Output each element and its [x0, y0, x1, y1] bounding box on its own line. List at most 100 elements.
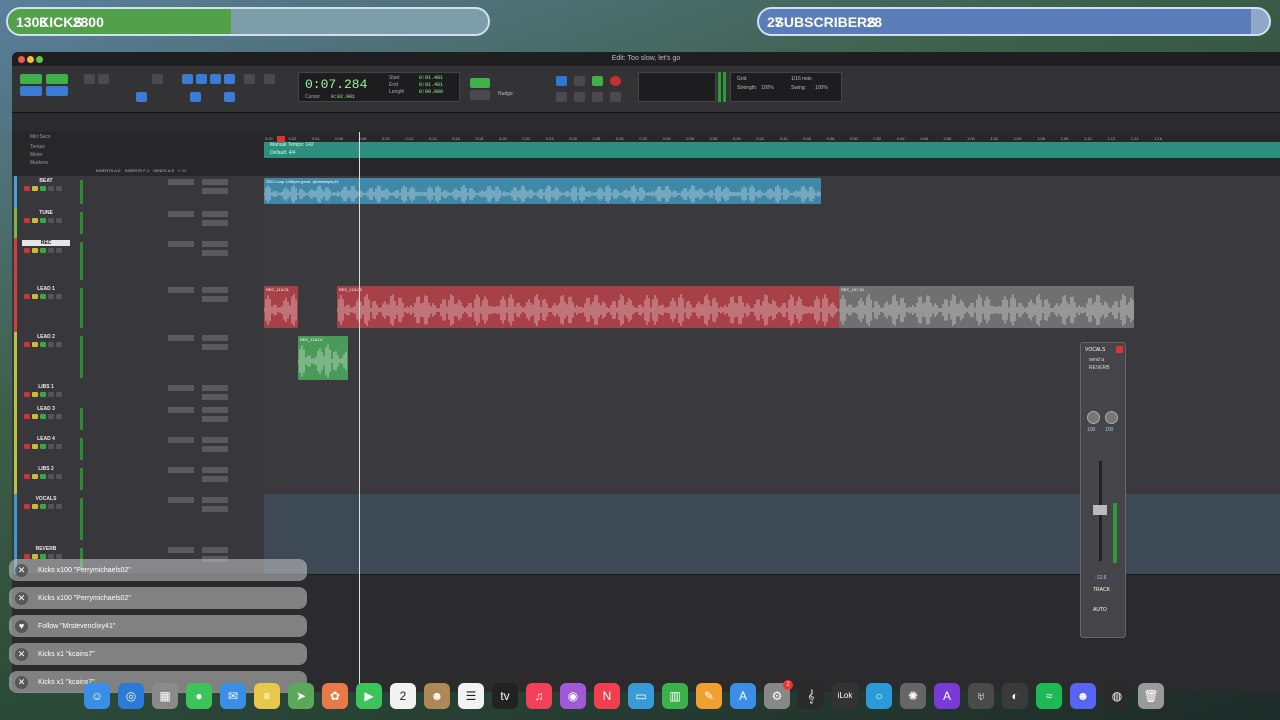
track-header[interactable]: LEAD 2	[12, 332, 264, 382]
solo-button[interactable]	[40, 444, 46, 449]
track-header[interactable]: LEAD 1	[12, 284, 264, 332]
record-enable-button[interactable]	[24, 414, 30, 419]
obs-icon[interactable]: ◍	[1104, 683, 1130, 709]
send-slot[interactable]	[168, 437, 194, 443]
audio-clip[interactable]: REC_118-01	[298, 336, 348, 380]
io-selector[interactable]	[202, 497, 228, 503]
mute-button[interactable]	[48, 248, 54, 253]
grid-settings[interactable]: Grid 1/16 note Strength: 100% Swing: 100…	[730, 72, 842, 102]
solo-button[interactable]	[40, 392, 46, 397]
audio-clip[interactable]: REC_107-01	[839, 286, 1134, 328]
messages-icon[interactable]: ●	[186, 683, 212, 709]
track-header[interactable]: LEAD 3	[12, 404, 264, 434]
solo-button[interactable]	[40, 186, 46, 191]
appstore-icon[interactable]: A	[730, 683, 756, 709]
track-name[interactable]: LIBS 2	[22, 466, 70, 472]
send-slot[interactable]	[168, 547, 194, 553]
appletv-icon[interactable]: tv	[492, 683, 518, 709]
notes-icon[interactable]: ≡	[254, 683, 280, 709]
solo-button[interactable]	[40, 342, 46, 347]
mute-button[interactable]	[48, 342, 54, 347]
pan-right-knob[interactable]	[1105, 411, 1118, 424]
solo-button[interactable]	[40, 294, 46, 299]
mute-button[interactable]	[48, 504, 54, 509]
track-tune[interactable]: TUNE	[12, 208, 1280, 239]
track-name[interactable]: TUNE	[22, 210, 70, 216]
send-slot[interactable]	[168, 287, 194, 293]
playlist-button[interactable]	[56, 248, 62, 253]
send-slot[interactable]	[168, 211, 194, 217]
output-selector[interactable]	[202, 394, 228, 400]
input-monitor-button[interactable]	[32, 444, 38, 449]
numbers-icon[interactable]: ▥	[662, 683, 688, 709]
zoom-in-button[interactable]	[98, 74, 109, 84]
record-enable-button[interactable]	[24, 186, 30, 191]
tempo-ruler[interactable]: Manual Tempo: 142	[264, 142, 1280, 150]
selector-tool-icon[interactable]	[196, 74, 207, 84]
stop-button[interactable]	[574, 76, 585, 86]
send-slot[interactable]	[168, 335, 194, 341]
selection-start-marker[interactable]	[277, 136, 285, 142]
mute-button[interactable]	[48, 392, 54, 397]
record-enable-button[interactable]	[24, 474, 30, 479]
strength-value[interactable]: 100%	[761, 85, 774, 91]
photos-icon[interactable]: ✿	[322, 683, 348, 709]
mail-icon[interactable]: ✉	[220, 683, 246, 709]
playlist-button[interactable]	[56, 294, 62, 299]
keynote-icon[interactable]: ▭	[628, 683, 654, 709]
track-playlist-lane[interactable]	[264, 382, 1280, 404]
launchpad-icon[interactable]: ▦	[152, 683, 178, 709]
output-window[interactable]: VOCALS send a REVERB 100 100 -12.6 TRACK…	[1080, 342, 1126, 638]
track-playlist-lane[interactable]	[264, 404, 1280, 434]
mute-button[interactable]	[48, 474, 54, 479]
io-selector[interactable]	[202, 437, 228, 443]
volume-fader-cap[interactable]	[1093, 505, 1107, 515]
track-name[interactable]: REC	[22, 240, 70, 246]
track-header[interactable]: LIBS 1	[12, 382, 264, 404]
playhead-cursor[interactable]	[359, 132, 360, 692]
audio-clip[interactable]: ZEO Loop 143bpm (prod. @driesbyfq-01	[264, 178, 821, 204]
scrubber-tool-icon[interactable]	[244, 74, 255, 84]
protools-icon[interactable]: ◐	[1002, 683, 1028, 709]
playlist-button[interactable]	[56, 186, 62, 191]
record-enable-button[interactable]	[24, 504, 30, 509]
io-selector[interactable]	[202, 211, 228, 217]
io-selector[interactable]	[202, 547, 228, 553]
track-header[interactable]: TUNE	[12, 208, 264, 238]
track-beat[interactable]: BEAT ZEO Loop 143bpm (prod. @driesbyfq-01	[12, 176, 1280, 209]
midi-controls[interactable]	[638, 72, 716, 102]
mute-button[interactable]	[48, 218, 54, 223]
izotope-icon[interactable]: ○	[866, 683, 892, 709]
plugin-icon[interactable]: ✺	[900, 683, 926, 709]
logic-icon[interactable]: 𝄞	[798, 683, 824, 709]
io-selector[interactable]	[202, 385, 228, 391]
contacts-icon[interactable]: ☻	[424, 683, 450, 709]
mute-button[interactable]	[48, 414, 54, 419]
input-monitor-button[interactable]	[32, 392, 38, 397]
calendar-icon[interactable]: 2	[390, 683, 416, 709]
min-secs-ruler[interactable]: Min:Secs 0:00 0:02 0:04 0:06 0:08 0:10 0:12 0:1…	[12, 134, 1280, 142]
loop-playback-button[interactable]	[556, 76, 567, 86]
track-name[interactable]: LIBS 1	[22, 384, 70, 390]
track-lead-1[interactable]: LEAD 1 REC_113-01 REC_113-02 REC_107-01	[12, 284, 1280, 333]
track-header[interactable]: LIBS 2	[12, 464, 264, 494]
output-selector[interactable]	[202, 416, 228, 422]
track-header[interactable]: REC	[12, 238, 264, 284]
settings-icon[interactable]: ⚙ 2	[764, 680, 793, 709]
spotify-icon[interactable]: ≈	[1036, 683, 1062, 709]
input-monitor-button[interactable]	[32, 414, 38, 419]
go-to-end-button[interactable]	[610, 92, 621, 102]
slip-mode-button[interactable]	[20, 86, 42, 96]
facetime-icon[interactable]: ▶	[356, 683, 382, 709]
io-selector[interactable]	[202, 467, 228, 473]
fast-forward-button[interactable]	[592, 92, 603, 102]
pan-left-knob[interactable]	[1087, 411, 1100, 424]
start-value[interactable]: 0:01.481	[419, 75, 443, 81]
track-name[interactable]: LEAD 3	[22, 406, 70, 412]
return-to-zero-button[interactable]	[556, 92, 567, 102]
finder-icon[interactable]: ☺	[84, 683, 110, 709]
output-selector[interactable]	[202, 446, 228, 452]
playlist-button[interactable]	[56, 504, 62, 509]
solo-button[interactable]	[40, 474, 46, 479]
mute-button[interactable]	[48, 444, 54, 449]
